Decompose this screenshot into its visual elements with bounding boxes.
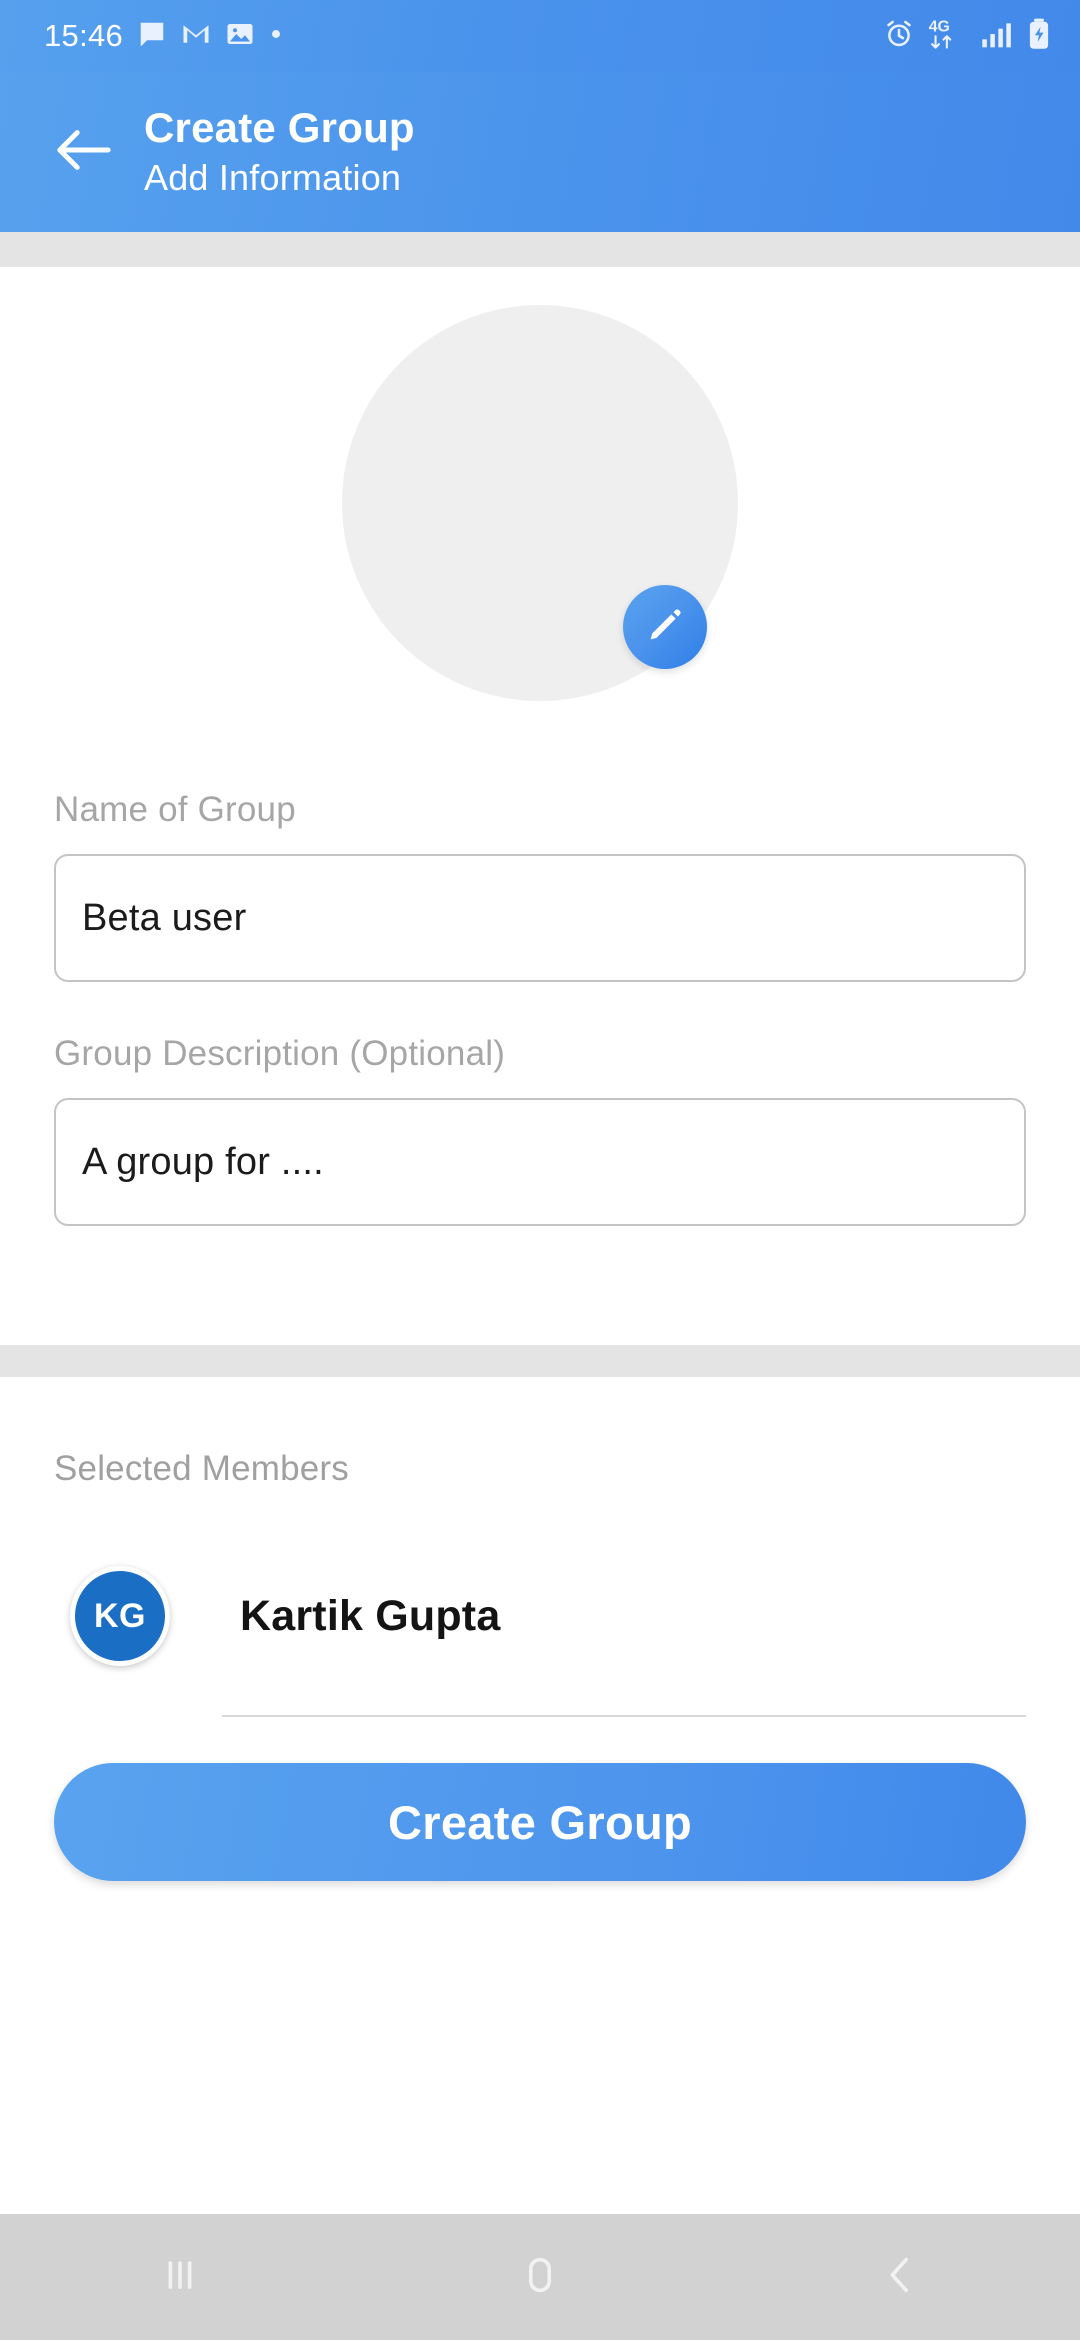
edit-photo-button[interactable] — [623, 585, 707, 669]
svg-text:4G: 4G — [929, 18, 950, 35]
create-group-button-label: Create Group — [388, 1795, 692, 1849]
network-4g-icon: 4G — [928, 17, 968, 56]
page-title: Create Group — [144, 103, 415, 151]
back-arrow-icon — [54, 126, 112, 179]
pencil-icon — [645, 605, 685, 650]
status-bar-left: 15:46 — [44, 18, 283, 54]
group-description-input[interactable]: A group for .... — [54, 1098, 1026, 1226]
status-bar-right: 4G — [883, 17, 1052, 56]
signal-icon — [981, 19, 1013, 54]
back-button-nav[interactable] — [720, 2214, 1080, 2340]
system-navigation-bar — [0, 2214, 1080, 2340]
message-icon — [137, 19, 167, 54]
name-field-label: Name of Group — [54, 790, 296, 829]
status-bar: 15:46 4G — [0, 0, 1080, 72]
member-name: Kartik Gupta — [240, 1591, 501, 1640]
photos-icon — [225, 19, 255, 54]
selected-members-label: Selected Members — [54, 1449, 349, 1488]
group-avatar-section — [0, 267, 1080, 767]
group-info-form: Name of Group Beta user Group Descriptio… — [0, 790, 1080, 1226]
home-icon — [517, 2252, 563, 2303]
recents-icon — [157, 2252, 203, 2303]
description-field-label: Group Description (Optional) — [54, 1034, 506, 1073]
group-description-value: A group for .... — [82, 1140, 324, 1183]
avatar-initials: KG — [94, 1596, 146, 1635]
avatar: KG — [70, 1566, 170, 1666]
dot-icon — [269, 27, 283, 46]
description-field-group: Group Description (Optional) A group for… — [0, 1034, 1080, 1226]
list-divider — [222, 1715, 1026, 1717]
selected-members-section: Selected Members KG Kartik Gupta Create … — [0, 1377, 1080, 1881]
battery-charging-icon — [1026, 18, 1052, 55]
alarm-icon — [883, 18, 915, 55]
status-clock: 15:46 — [44, 18, 124, 53]
app-bar-titles: Create Group Add Information — [144, 103, 415, 200]
page-subtitle: Add Information — [144, 157, 402, 199]
recents-button[interactable] — [0, 2214, 360, 2340]
back-button[interactable] — [44, 113, 122, 191]
create-group-button[interactable]: Create Group — [54, 1763, 1026, 1881]
section-divider-middle — [0, 1345, 1080, 1377]
back-icon — [877, 2252, 923, 2303]
app-bar: Create Group Add Information — [0, 72, 1080, 232]
list-item[interactable]: KG Kartik Gupta — [0, 1561, 1080, 1671]
group-name-input[interactable]: Beta user — [54, 854, 1026, 982]
home-button[interactable] — [360, 2214, 720, 2340]
gmail-icon — [181, 19, 211, 54]
name-field-group: Name of Group Beta user — [0, 790, 1080, 982]
section-divider-top — [0, 232, 1080, 267]
group-name-value: Beta user — [82, 896, 247, 939]
